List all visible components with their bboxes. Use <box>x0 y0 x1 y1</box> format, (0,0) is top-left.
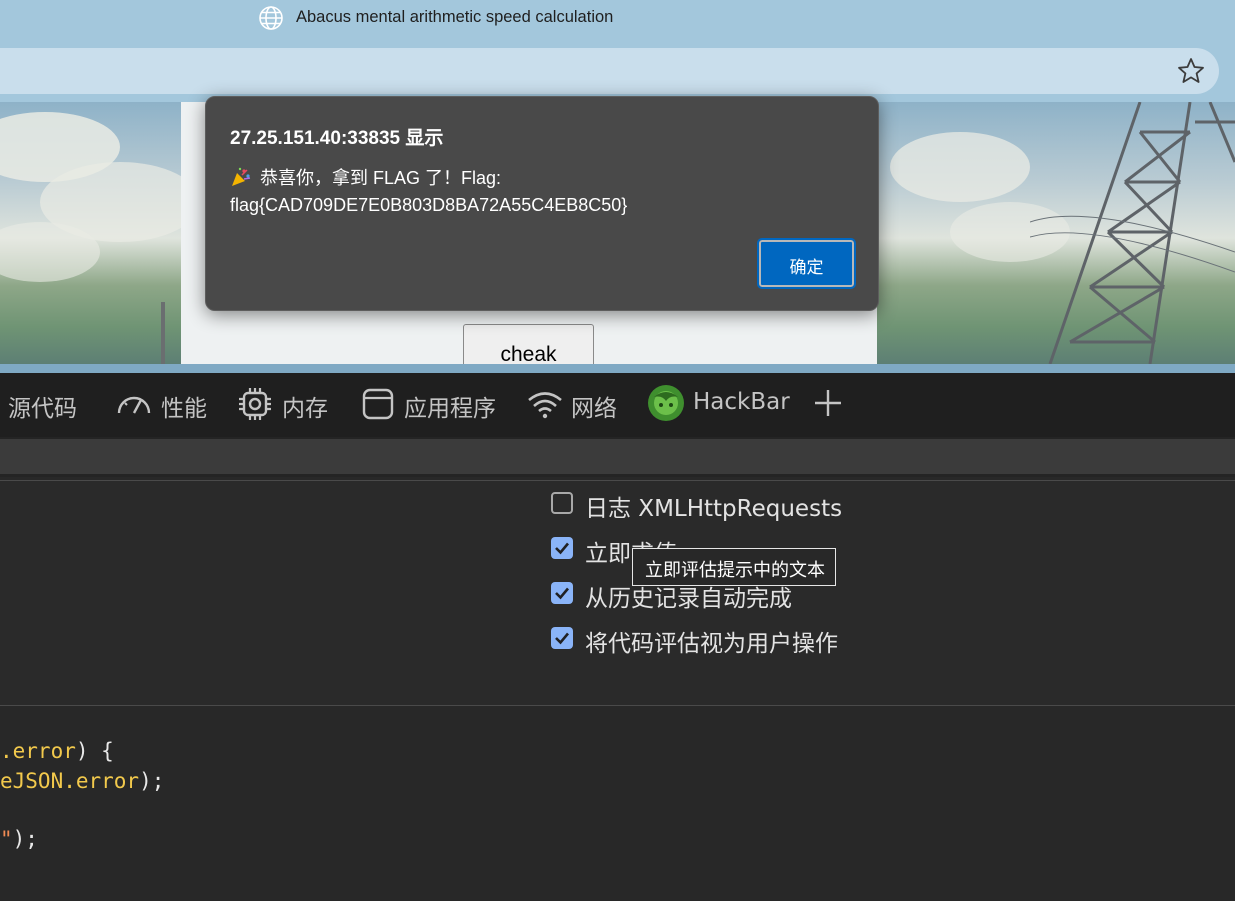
cheak-button[interactable]: cheak <box>463 324 594 364</box>
address-bar[interactable] <box>0 48 1219 94</box>
wifi-network-icon <box>528 392 562 419</box>
check-mark-icon <box>555 587 569 600</box>
eager-evaluation-tooltip: 立即评估提示中的文本 <box>632 548 836 586</box>
background-pole <box>161 302 165 364</box>
dialog-flag-value: flag{CAD709DE7E0B803D8BA72A55C4EB8C50} <box>230 195 628 215</box>
power-tower-illustration <box>1030 102 1235 364</box>
memory-chip-icon <box>239 388 271 420</box>
tab-title[interactable]: Abacus mental arithmetic speed calculati… <box>296 8 613 27</box>
code-line: .error) { <box>0 739 114 763</box>
dialog-message: 恭喜你，拿到 FLAG 了！Flag: flag{CAD709DE7E0B803… <box>230 165 850 219</box>
dialog-message-line1: 恭喜你，拿到 FLAG 了！Flag: <box>260 168 502 188</box>
code-line: "); <box>0 827 38 851</box>
check-mark-icon <box>555 632 569 645</box>
plus-icon[interactable] <box>813 388 843 418</box>
checkbox-eager-evaluation[interactable] <box>551 537 573 559</box>
checkbox-log-xhr[interactable] <box>551 492 573 514</box>
devtools-panel: 源代码 性能 内存 应用程序 网络 HackBar 日志 XMLHttpRequ… <box>0 364 1235 901</box>
check-mark-icon <box>555 542 569 555</box>
hackbar-logo-icon <box>648 385 684 421</box>
application-window-icon <box>362 388 394 420</box>
globe-icon <box>259 6 283 30</box>
devtools-tab-bar: 源代码 性能 内存 应用程序 网络 HackBar <box>0 373 1235 437</box>
console-settings-panel: 日志 XMLHttpRequests 立即求值 从历史记录自动完成 将代码评估视… <box>0 480 1235 706</box>
alert-dialog: 27.25.151.40:33835 显示 恭喜你，拿到 FLAG 了！Flag… <box>205 96 879 311</box>
checkbox-user-activation[interactable] <box>551 627 573 649</box>
favorite-star-icon[interactable] <box>1176 56 1206 86</box>
ok-button[interactable]: 确定 <box>757 238 856 289</box>
background-cloud <box>890 132 1030 202</box>
console-filter-input[interactable] <box>0 439 1235 474</box>
party-popper-icon <box>232 167 251 186</box>
address-row <box>0 40 1235 102</box>
browser-titlebar: Abacus mental arithmetic speed calculati… <box>0 0 1235 40</box>
source-code-view: .error) { eJSON.error); "); <box>0 707 1235 901</box>
code-line: eJSON.error); <box>0 769 165 793</box>
performance-gauge-icon <box>117 396 151 414</box>
dialog-origin-title: 27.25.151.40:33835 显示 <box>230 128 444 149</box>
console-filter-bar <box>0 437 1235 477</box>
checkbox-autocomplete-history[interactable] <box>551 582 573 604</box>
devtools-resize-edge[interactable] <box>0 364 1235 373</box>
